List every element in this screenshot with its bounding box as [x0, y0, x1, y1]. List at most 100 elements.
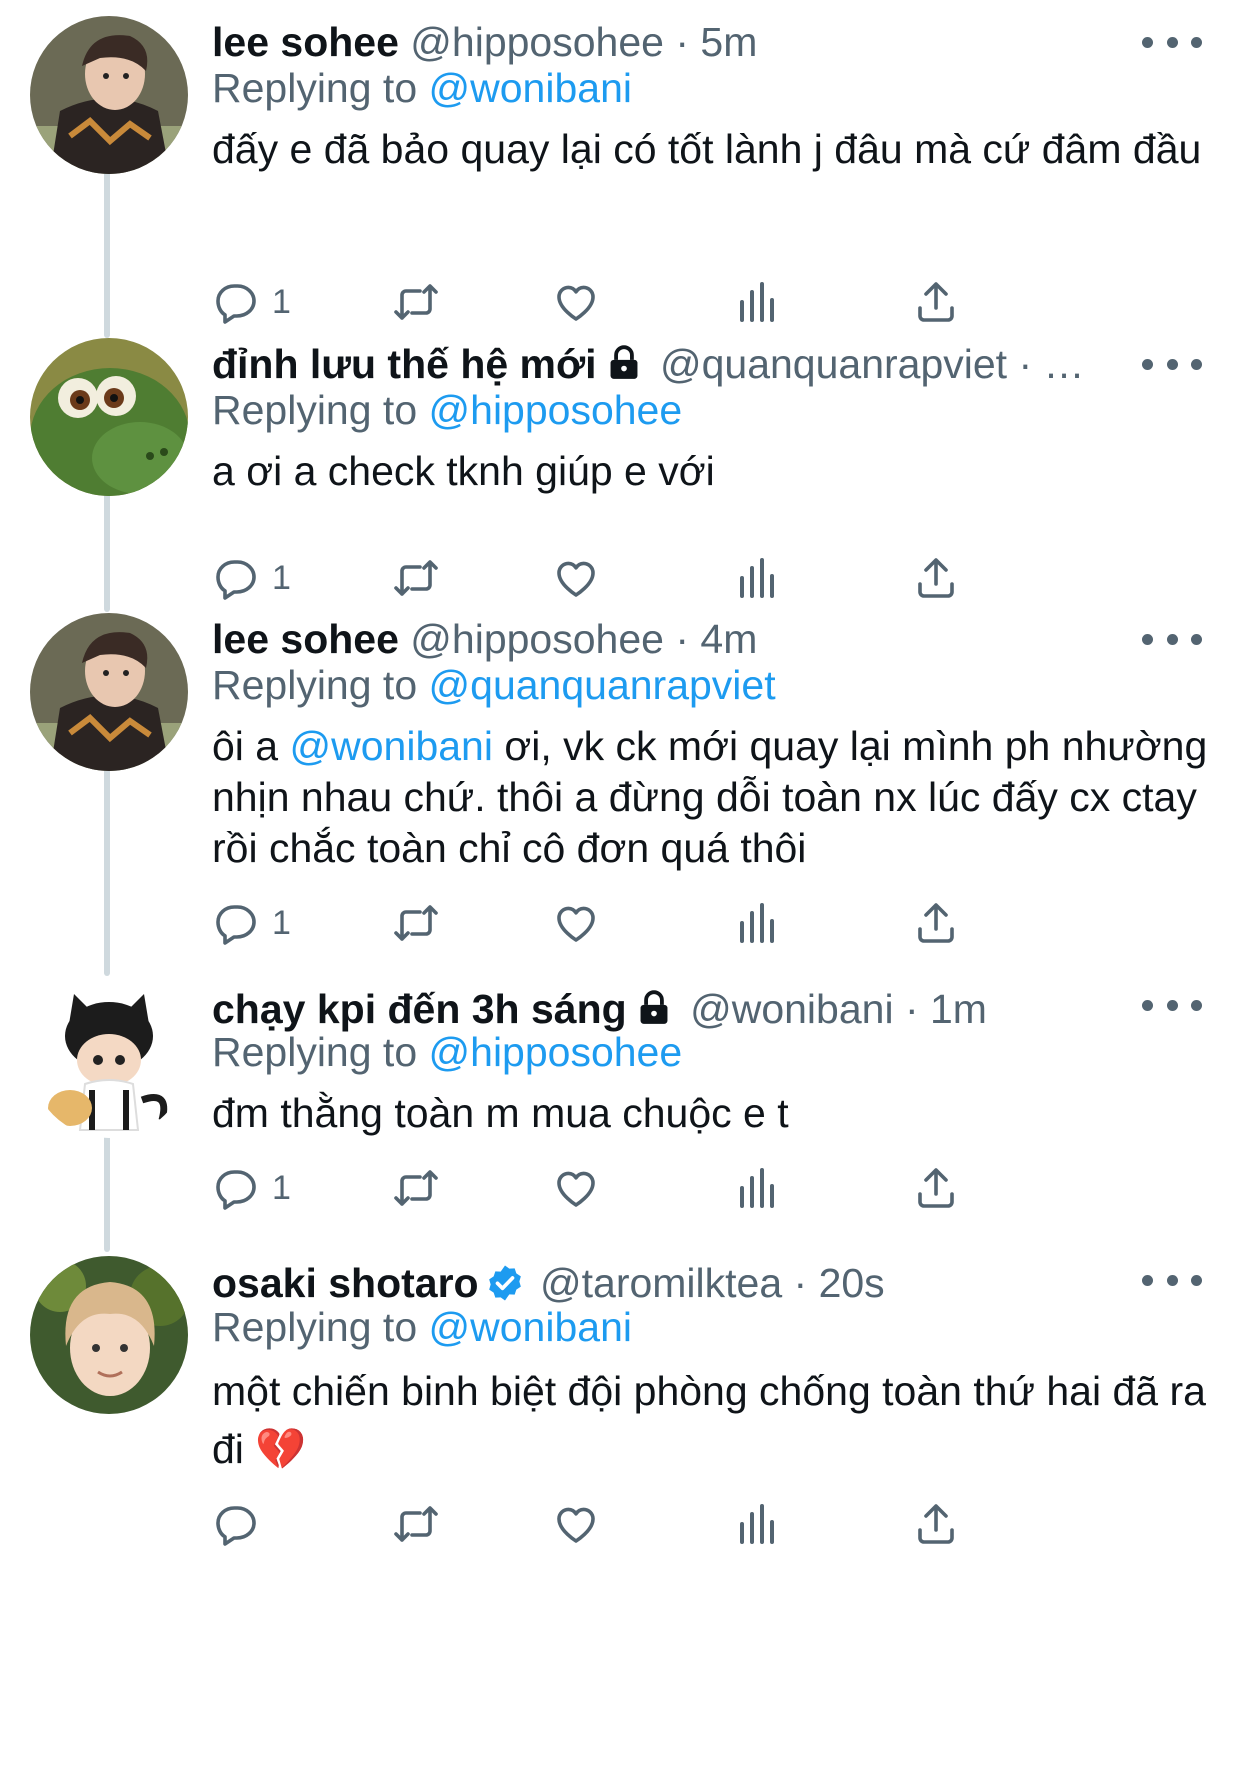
tweet[interactable]: lee sohee @hipposohee · 5m Replying to @…: [0, 0, 1242, 330]
reply-icon: [216, 1170, 256, 1210]
action-bar: 1: [212, 893, 1112, 953]
retweet-icon: [394, 1170, 438, 1206]
like-button[interactable]: [552, 893, 600, 953]
handle[interactable]: @hipposohee: [410, 616, 664, 662]
separator: ·: [782, 1260, 819, 1306]
more-icon[interactable]: [1142, 1265, 1202, 1295]
photo-blond-avatar-icon: [30, 1256, 188, 1414]
tweet[interactable]: đỉnh lưu thế hệ mới @quanquanrapviet · ……: [0, 320, 1242, 600]
like-icon: [557, 906, 595, 942]
reply-count: 1: [272, 558, 291, 597]
retweet-button[interactable]: [392, 893, 440, 953]
replying-prefix: Replying to: [212, 1029, 429, 1075]
tweet-text: đm thằng toàn m mua chuộc e t: [212, 1090, 789, 1136]
tweet[interactable]: lee sohee @hipposohee · 4m Replying to @…: [0, 595, 1242, 965]
views-icon: [740, 903, 774, 943]
tweet-header: lee sohee @hipposohee · 5m: [212, 17, 1092, 67]
tweet-text: một chiến binh biệt đội phòng chống toàn…: [212, 1362, 1212, 1478]
more-icon[interactable]: [1142, 349, 1202, 379]
photo-boy-avatar-icon: [30, 16, 188, 174]
avatar[interactable]: [30, 16, 188, 174]
more-icon[interactable]: [1142, 990, 1202, 1020]
share-button[interactable]: [912, 1158, 960, 1218]
retweet-icon: [394, 1506, 438, 1542]
reply-icon: [216, 284, 256, 324]
like-button[interactable]: [552, 1158, 600, 1218]
action-bar: 1: [212, 1158, 1112, 1218]
share-icon: [918, 1168, 954, 1208]
display-name[interactable]: chạy kpi đến 3h sáng: [212, 986, 627, 1032]
tweet[interactable]: chạy kpi đến 3h sáng @wonibani · 1m Repl…: [0, 962, 1242, 1252]
mention-link[interactable]: @hipposohee: [429, 1029, 683, 1075]
more-icon[interactable]: [1142, 624, 1202, 654]
views-icon: [740, 1504, 774, 1544]
display-name[interactable]: osaki shotaro: [212, 1260, 479, 1306]
reply-icon: [216, 905, 256, 945]
mention-link[interactable]: @quanquanrapviet: [429, 662, 776, 708]
like-icon: [557, 1507, 595, 1543]
like-button[interactable]: [552, 1494, 600, 1554]
photo-boy-avatar-icon: [30, 613, 188, 771]
tweet[interactable]: osaki shotaro @taromilktea · 20s Replyin…: [0, 1238, 1242, 1774]
reply-button[interactable]: 1: [212, 1158, 291, 1218]
handle[interactable]: @quanquanrapviet: [660, 341, 1007, 387]
replying-to: Replying to @wonibani: [212, 1302, 632, 1352]
retweet-icon: [394, 905, 438, 941]
cat-doll-avatar-icon: [30, 980, 188, 1138]
views-button[interactable]: [732, 1158, 780, 1218]
handle[interactable]: @wonibani: [690, 986, 893, 1032]
display-name[interactable]: đỉnh lưu thế hệ mới: [212, 341, 597, 387]
separator: ·: [1007, 341, 1044, 387]
mention-link[interactable]: @wonibani: [429, 1304, 632, 1350]
replying-to: Replying to @hipposohee: [212, 1027, 682, 1077]
replying-to: Replying to @wonibani: [212, 63, 632, 113]
action-bar: [212, 1494, 1112, 1554]
avatar[interactable]: [30, 980, 188, 1138]
separator: ·: [663, 616, 701, 662]
retweet-button[interactable]: [392, 1158, 440, 1218]
like-icon: [557, 285, 595, 321]
share-button[interactable]: [912, 893, 960, 953]
reply-icon: [216, 1506, 256, 1546]
tweet-text-part: một chiến binh biệt đội phòng chống toàn…: [212, 1368, 1206, 1472]
reply-button[interactable]: [212, 1494, 272, 1554]
avatar[interactable]: [30, 613, 188, 771]
timestamp[interactable]: 1m: [930, 986, 987, 1032]
share-icon: [918, 282, 954, 322]
reply-count: 1: [272, 903, 291, 942]
retweet-icon: [394, 284, 438, 320]
mention-link[interactable]: @hipposohee: [429, 387, 683, 433]
reply-button[interactable]: 1: [212, 893, 291, 953]
views-icon: [740, 1168, 774, 1208]
handle[interactable]: @hipposohee: [410, 19, 664, 65]
share-icon: [918, 903, 954, 943]
share-button[interactable]: [912, 1494, 960, 1554]
separator: ·: [893, 986, 930, 1032]
display-name[interactable]: lee sohee: [212, 19, 399, 65]
tweet-text: đấy e đã bảo quay lại có tốt lành j đâu …: [212, 126, 1202, 172]
reply-count: 1: [272, 1168, 291, 1207]
views-button[interactable]: [732, 1494, 780, 1554]
tweet-text: ôi a @wonibani ơi, vk ck mới quay lại mì…: [212, 721, 1212, 874]
avatar[interactable]: [30, 1256, 188, 1414]
timestamp[interactable]: 20s: [819, 1260, 885, 1306]
views-icon: [740, 282, 774, 322]
avatar[interactable]: [30, 338, 188, 496]
display-name[interactable]: lee sohee: [212, 616, 399, 662]
mention-link[interactable]: @wonibani: [429, 65, 632, 111]
timestamp[interactable]: 4m: [700, 616, 757, 662]
replying-prefix: Replying to: [212, 65, 429, 111]
views-button[interactable]: [732, 893, 780, 953]
more-icon[interactable]: [1142, 27, 1202, 57]
retweet-button[interactable]: [392, 1494, 440, 1554]
green-dinosaur-avatar-icon: [30, 338, 188, 496]
broken-heart-emoji: 💔: [255, 1426, 307, 1472]
handle[interactable]: @taromilktea: [540, 1260, 782, 1306]
mention-link[interactable]: @wonibani: [290, 723, 493, 769]
replying-prefix: Replying to: [212, 662, 429, 708]
tweet-text-part: ôi a: [212, 723, 290, 769]
timestamp[interactable]: …: [1044, 341, 1085, 387]
separator: ·: [663, 19, 701, 65]
timestamp[interactable]: 5m: [700, 19, 757, 65]
tweet-header: lee sohee @hipposohee · 4m: [212, 614, 1092, 664]
